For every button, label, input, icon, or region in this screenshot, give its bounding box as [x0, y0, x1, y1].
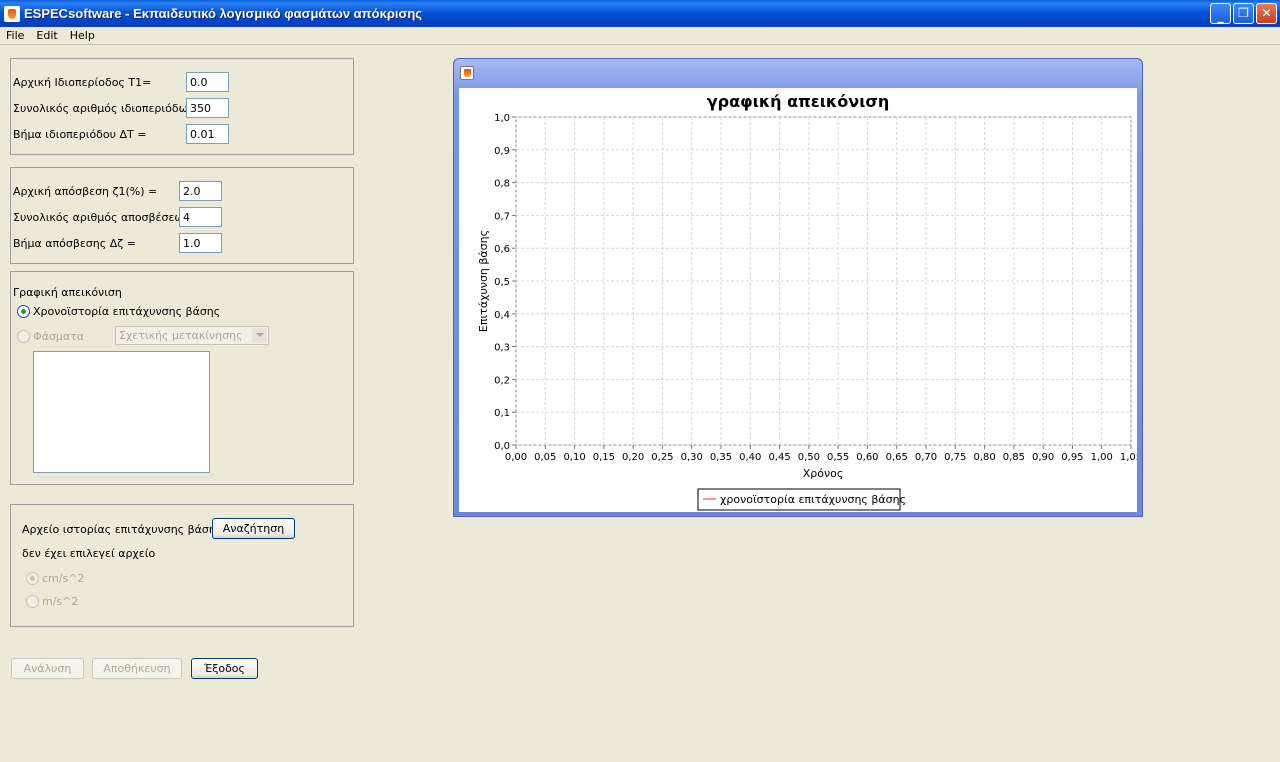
damping-z1-label: Αρχική απόσβεση ζ1(%) =: [13, 185, 158, 198]
file-panel: Αρχείο ιστορίας επιτάχυνσης βάσης: Αναζή…: [10, 504, 354, 627]
menu-bar: File Edit Help: [0, 27, 1280, 45]
x-tick-label: 0,35: [710, 452, 732, 463]
spectra-radio[interactable]: [17, 330, 30, 343]
period-count-input[interactable]: [186, 98, 229, 118]
x-tick-label: 0,25: [651, 452, 673, 463]
close-button[interactable]: ✕: [1256, 3, 1277, 24]
y-tick-label: 0,8: [494, 179, 510, 190]
x-tick-label: 0,90: [1032, 452, 1054, 463]
periods-panel: Αρχική Ιδιοπερίοδος T1= Συνολικός αριθμό…: [10, 58, 354, 155]
x-tick-label: 0,60: [856, 452, 878, 463]
x-tick-label: 1,05: [1120, 452, 1137, 463]
analyze-button[interactable]: Ανάλυση: [11, 658, 84, 679]
y-tick-label: 0,4: [494, 310, 510, 321]
y-tick-label: 0,6: [494, 244, 510, 255]
y-axis: 0,0 0,1 0,2 0,3 0,4 0,5 0,6 0,7 0,8 0,9 1,0: [494, 113, 516, 452]
history-radio[interactable]: [17, 305, 30, 318]
x-tick-label: 1,00: [1091, 452, 1113, 463]
close-icon: ✕: [1261, 6, 1272, 20]
y-tick-label: 0,0: [494, 441, 510, 452]
y-axis-label: Επιτάχυνση βάσης: [477, 230, 490, 332]
y-tick-label: 1,0: [494, 113, 510, 124]
damping-step-input[interactable]: [179, 233, 222, 253]
damping-list[interactable]: [33, 351, 210, 473]
x-tick-label: 0,80: [973, 452, 995, 463]
x-tick-label: 0,85: [1003, 452, 1025, 463]
unit-cm-label[interactable]: cm/s^2: [42, 572, 84, 585]
chart-area: γραφική απεικόνιση 0,0 0,1 0,2 0,3 0,4 0,5 0,6…: [459, 88, 1142, 512]
chart-title: γραφική απεικόνιση: [707, 92, 890, 111]
minimize-button[interactable]: _: [1210, 3, 1231, 24]
x-tick-label: 0,95: [1061, 452, 1083, 463]
period-step-label: Βήμα ιδιοπεριόδου ΔΤ =: [13, 128, 147, 141]
x-tick-label: 0,00: [505, 452, 527, 463]
damping-panel: Αρχική απόσβεση ζ1(%) = Συνολικός αριθμό…: [10, 167, 354, 264]
save-button[interactable]: Αποθήκευση: [92, 658, 182, 679]
x-tick-label: 0,30: [681, 452, 703, 463]
x-tick-label: 0,45: [768, 452, 790, 463]
legend-entry: χρονοϊστορία επιτάχυνσης βάσης: [720, 493, 906, 506]
x-axis: 0,00 0,05 0,10 0,15 0,20 0,25 0,30 0,35 0,40 0,45…: [505, 445, 1142, 463]
y-tick-label: 0,3: [494, 343, 510, 354]
display-panel: Γραφική απεικόνιση Χρονοϊστορία επιτάχυν…: [10, 271, 354, 485]
x-tick-label: 0,15: [593, 452, 615, 463]
t1-input[interactable]: [186, 72, 229, 92]
file-label: Αρχείο ιστορίας επιτάχυνσης βάσης:: [22, 523, 227, 536]
chart-frame[interactable]: γραφική απεικόνιση 0,0 0,1 0,2 0,3 0,4 0,5 0,6…: [453, 58, 1143, 517]
damping-z1-input[interactable]: [179, 181, 222, 201]
period-step-input[interactable]: [186, 124, 229, 144]
damping-count-label: Συνολικός αριθμός αποσβέσεων =: [13, 211, 203, 224]
y-tick-label: 0,5: [494, 277, 510, 288]
window-titlebar[interactable]: ESPECsoftware - Εκπαιδευτικό λογισμικό φ…: [0, 0, 1280, 27]
damping-count-input[interactable]: [179, 207, 222, 227]
display-heading: Γραφική απεικόνιση: [13, 286, 122, 299]
menu-file[interactable]: File: [0, 29, 30, 42]
java-frame-icon: [460, 66, 474, 80]
spectra-type-value: Σχετικής μετακίνησης: [119, 329, 243, 342]
restore-icon: ❐: [1238, 6, 1249, 20]
unit-m-label[interactable]: m/s^2: [42, 595, 78, 608]
x-tick-label: 0,10: [563, 452, 585, 463]
menu-help[interactable]: Help: [64, 29, 101, 42]
unit-m-radio[interactable]: [26, 595, 39, 608]
y-tick-label: 0,7: [494, 211, 510, 222]
minimize-icon: _: [1217, 9, 1224, 23]
x-tick-label: 0,05: [534, 452, 556, 463]
spectra-type-combo[interactable]: Σχετικής μετακίνησης: [115, 326, 269, 345]
x-tick-label: 0,50: [798, 452, 820, 463]
history-radio-label[interactable]: Χρονοϊστορία επιτάχυνσης βάσης: [33, 305, 220, 318]
y-tick-label: 0,2: [494, 375, 510, 386]
file-status: δεν έχει επιλεγεί αρχείο: [22, 547, 156, 560]
period-count-label: Συνολικός αριθμός ιδιοπεριόδων =: [13, 102, 207, 115]
x-axis-label: Χρόνος: [803, 467, 844, 480]
x-tick-label: 0,55: [827, 452, 849, 463]
t1-label: Αρχική Ιδιοπερίοδος T1=: [13, 76, 152, 89]
x-tick-label: 0,20: [622, 452, 644, 463]
chevron-down-icon[interactable]: [252, 328, 267, 343]
spectra-radio-label[interactable]: Φάσματα: [33, 330, 84, 343]
damping-step-label: Βήμα απόσβεσης Δζ =: [13, 237, 136, 250]
browse-button[interactable]: Αναζήτηση: [212, 518, 295, 539]
unit-cm-radio[interactable]: [26, 572, 39, 585]
x-tick-label: 0,40: [739, 452, 761, 463]
java-app-icon: [4, 5, 20, 22]
y-tick-label: 0,9: [494, 146, 510, 157]
menu-edit[interactable]: Edit: [30, 29, 63, 42]
restore-button[interactable]: ❐: [1233, 3, 1254, 24]
window-title: ESPECsoftware - Εκπαιδευτικό λογισμικό φ…: [24, 6, 423, 21]
x-tick-label: 0,70: [915, 452, 937, 463]
exit-button[interactable]: Έξοδος: [191, 658, 258, 679]
y-tick-label: 0,1: [494, 408, 510, 419]
chart-svg: γραφική απεικόνιση 0,0 0,1 0,2 0,3 0,4 0,5 0,6…: [477, 92, 1142, 511]
x-tick-label: 0,75: [944, 452, 966, 463]
x-tick-label: 0,65: [886, 452, 908, 463]
legend: χρονοϊστορία επιτάχυνσης βάσης: [697, 488, 906, 511]
